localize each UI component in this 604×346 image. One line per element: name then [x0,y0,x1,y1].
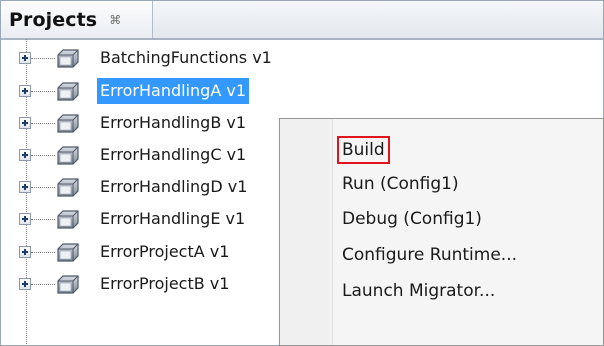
tree-row[interactable]: BatchingFunctions v1 [0,42,330,74]
menu-item-build[interactable]: Build [337,136,390,164]
tree-row[interactable]: ErrorHandlingA v1 [0,75,330,107]
menu-item-launch-migrator[interactable]: Launch Migrator... [342,275,495,307]
menu-item-debug-config1[interactable]: Debug (Config1) [342,203,482,235]
menu-item-run-config1[interactable]: Run (Config1) [342,168,459,200]
tab-projects[interactable]: Projects ⌘ [1,1,153,38]
tree-branch-line [31,155,55,156]
tree-branch-line [31,219,55,220]
tree-branch-line [31,187,55,188]
project-label[interactable]: ErrorHandlingC v1 [97,142,249,168]
project-folder-icon [57,49,79,68]
project-folder-icon [57,275,79,294]
project-folder-icon [57,114,79,133]
project-label[interactable]: BatchingFunctions v1 [97,45,275,71]
expand-plus-icon[interactable] [19,85,31,97]
expand-plus-icon[interactable] [19,52,31,64]
project-folder-icon [57,210,79,229]
expand-plus-icon[interactable] [19,246,31,258]
tree-branch-line [31,252,55,253]
project-folder-icon [57,146,79,165]
tree-branch-line [31,58,55,59]
expand-plus-icon[interactable] [19,181,31,193]
project-label[interactable]: ErrorProjectB v1 [97,271,232,297]
expand-plus-icon[interactable] [19,149,31,161]
project-folder-icon [57,82,79,101]
context-menu: Build Run (Config1) Debug (Config1) Configu… [279,118,604,346]
expand-plus-icon[interactable] [19,117,31,129]
project-label[interactable]: ErrorHandlingE v1 [97,206,248,232]
expand-plus-icon[interactable] [19,213,31,225]
expand-plus-icon[interactable] [19,278,31,290]
project-label[interactable]: ErrorHandlingB v1 [97,110,249,136]
tree-branch-line [31,284,55,285]
project-label[interactable]: ErrorProjectA v1 [97,239,232,265]
tab-close-icon[interactable]: ⌘ [109,13,121,27]
tree-branch-line [31,91,55,92]
project-label[interactable]: ErrorHandlingD v1 [97,174,250,200]
project-label[interactable]: ErrorHandlingA v1 [97,78,249,104]
panel-tab-strip: Projects ⌘ [1,1,603,40]
tab-title: Projects [9,8,98,31]
menu-item-configure-runtime[interactable]: Configure Runtime... [342,239,517,271]
menu-icon-gutter [280,119,333,345]
project-folder-icon [57,178,79,197]
tree-branch-line [31,123,55,124]
project-folder-icon [57,243,79,262]
